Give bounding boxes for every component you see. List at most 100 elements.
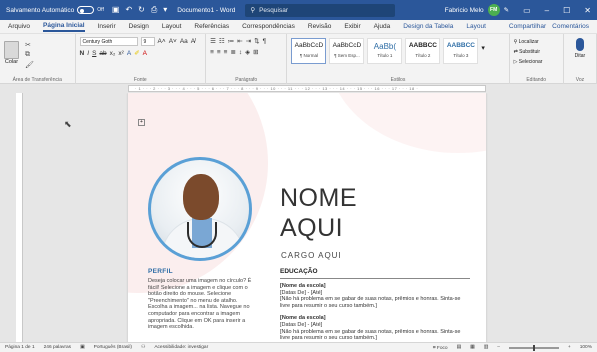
undo-icon[interactable]: ↶ — [125, 5, 132, 15]
tab-layout-tabela[interactable]: Layout — [466, 23, 486, 30]
language[interactable]: Português (Brasil) — [94, 345, 132, 350]
resume-name[interactable]: NOME AQUI — [280, 183, 357, 243]
zoom-in-icon[interactable]: + — [568, 345, 571, 350]
style-sem-espacamento[interactable]: AaBbCcD ¶ Sem Esp... — [329, 38, 365, 64]
zoom-level[interactable]: 100% — [580, 345, 592, 350]
comments-button[interactable]: Comentários — [552, 23, 589, 30]
user-account[interactable]: Fabricio Melo FM ✎ — [445, 4, 509, 16]
justify-icon[interactable]: ≣ — [230, 48, 235, 56]
align-right-icon[interactable]: ≡ — [224, 49, 228, 56]
autosave-toggle[interactable] — [77, 6, 95, 14]
sort-icon[interactable]: ⇅ — [254, 37, 259, 45]
page-count[interactable]: Página 1 de 1 — [5, 345, 35, 350]
profile-text[interactable]: Deseja colocar uma imagem no círculo? É … — [148, 278, 252, 331]
vertical-ruler[interactable] — [16, 93, 23, 342]
strikethrough-icon[interactable]: ab — [99, 50, 106, 57]
tab-design[interactable]: Design — [129, 23, 149, 30]
tab-layout[interactable]: Layout — [162, 23, 182, 30]
grow-font-icon[interactable]: A˄ — [158, 38, 166, 45]
select-button[interactable]: ▷ Selecionar — [514, 59, 559, 65]
bullets-icon[interactable]: ☰ — [210, 37, 216, 45]
customize-qat-icon[interactable]: ▾ — [163, 5, 167, 15]
accessibility-status[interactable]: Acessibilidade: investigar — [154, 345, 208, 350]
microphone-icon[interactable] — [575, 38, 584, 51]
autosave[interactable]: Salvamento Automático Off — [6, 6, 104, 14]
shrink-font-icon[interactable]: A˅ — [169, 38, 177, 45]
align-center-icon[interactable]: ≡ — [217, 49, 221, 56]
find-button[interactable]: ⚲ Localizar — [514, 39, 559, 45]
style-name: ¶ Sem Esp... — [334, 53, 360, 58]
focus-button[interactable]: ⌗ Foco — [433, 345, 448, 351]
proofing-icon[interactable]: ▣ — [80, 345, 85, 350]
numbering-icon[interactable]: ☷ — [219, 37, 225, 45]
tab-correspondencias[interactable]: Correspondências — [242, 23, 295, 30]
borders-icon[interactable]: ⊞ — [253, 48, 258, 56]
document-canvas[interactable]: ⬉ + NOME AQUI CARGO AQUI PERFIL Deseja c… — [24, 93, 597, 342]
table-move-handle-icon[interactable]: + — [138, 119, 145, 126]
bold-icon[interactable]: N — [80, 50, 85, 57]
text-effects-icon[interactable]: A — [127, 50, 131, 57]
horizontal-ruler[interactable]: · 1 · · · 2 · · · 3 · · · 4 · · · 5 · · … — [0, 84, 597, 93]
highlight-icon[interactable]: ✐ — [134, 49, 139, 57]
clear-format-icon[interactable]: A̸ — [191, 38, 195, 45]
profile-photo[interactable] — [148, 157, 252, 261]
tab-pagina-inicial[interactable]: Página Inicial — [43, 22, 85, 32]
copy-icon[interactable]: ⧉ — [25, 51, 34, 59]
minimize-icon[interactable]: – — [545, 6, 549, 15]
school-dates: [Datas De] - [Até] — [280, 321, 323, 328]
replace-button[interactable]: ⇄ Substituir — [514, 49, 559, 55]
style-normal[interactable]: AaBbCcD ¶ Normal — [291, 38, 327, 64]
line-spacing-icon[interactable]: ↕ — [239, 49, 242, 56]
underline-icon[interactable]: S — [92, 50, 96, 57]
list-item[interactable]: [Nome da escola] [Datas De] - [Até] [Não… — [280, 315, 470, 341]
paste-label: Colar — [4, 59, 19, 65]
decrease-indent-icon[interactable]: ⇤ — [237, 37, 242, 45]
change-case-icon[interactable]: Aa — [180, 38, 188, 45]
zoom-slider[interactable] — [508, 344, 559, 351]
save-icon[interactable]: ▣ — [112, 5, 120, 15]
subscript-icon[interactable]: x₂ — [110, 50, 116, 57]
maximize-icon[interactable]: ☐ — [563, 6, 570, 15]
search-box[interactable]: ⚲ Pesquisar — [245, 3, 396, 17]
tab-design-tabela[interactable]: Design da Tabela — [403, 23, 453, 30]
zoom-out-icon[interactable]: – — [497, 345, 500, 350]
tab-arquivo[interactable]: Arquivo — [8, 23, 30, 30]
font-color-icon[interactable]: A — [143, 50, 147, 57]
education-heading[interactable]: EDUCAÇÃO — [280, 268, 470, 279]
avatar[interactable]: FM — [487, 4, 500, 16]
font-size-select[interactable]: 9 — [140, 37, 155, 46]
tab-revisao[interactable]: Revisão — [308, 23, 331, 30]
superscript-icon[interactable]: x² — [118, 50, 123, 57]
share-button[interactable]: Compartilhar — [509, 23, 546, 30]
italic-icon[interactable]: I — [87, 50, 89, 57]
tab-ajuda[interactable]: Ajuda — [374, 23, 391, 30]
document-page[interactable]: + NOME AQUI CARGO AQUI PERFIL Deseja col… — [128, 93, 486, 342]
style-titulo-1[interactable]: AaBb( Título 1 — [367, 38, 403, 64]
school-description: [Não há problema em se gabar de suas not… — [280, 328, 461, 342]
ribbon-display-icon[interactable]: ▭ — [523, 6, 531, 15]
web-layout-icon[interactable]: ▥ — [484, 345, 489, 350]
tab-exibir[interactable]: Exibir — [344, 23, 360, 30]
shading-icon[interactable]: ◈ — [245, 48, 250, 56]
format-painter-icon[interactable]: 🖌 — [25, 61, 34, 69]
style-titulo-2[interactable]: AABBCC Título 2 — [405, 38, 441, 64]
word-count[interactable]: 246 palavras — [44, 345, 71, 350]
redo-icon[interactable]: ↻ — [138, 5, 145, 15]
cut-icon[interactable]: ✂ — [25, 41, 34, 49]
tab-referencias[interactable]: Referências — [194, 23, 229, 30]
pen-icon[interactable]: ✎ — [504, 6, 509, 14]
job-title[interactable]: CARGO AQUI — [281, 251, 342, 260]
list-item[interactable]: [Nome da escola] [Datas De] - [Até] [Não… — [280, 283, 470, 309]
profile-heading[interactable]: PERFIL — [148, 268, 252, 275]
close-icon[interactable]: ✕ — [584, 6, 591, 15]
show-marks-icon[interactable]: ¶ — [263, 38, 267, 45]
increase-indent-icon[interactable]: ⇥ — [246, 37, 251, 45]
print-layout-icon[interactable]: ▦ — [470, 345, 475, 350]
font-family-select[interactable]: Century Goth — [79, 37, 138, 46]
tab-inserir[interactable]: Inserir — [98, 23, 116, 30]
read-mode-icon[interactable]: ▤ — [457, 345, 462, 350]
style-titulo-3[interactable]: AABBCC Título 3 — [443, 38, 479, 64]
print-icon[interactable]: ⎙ — [151, 5, 157, 15]
align-left-icon[interactable]: ≡ — [210, 49, 214, 56]
multilevel-list-icon[interactable]: ≔ — [228, 37, 235, 45]
